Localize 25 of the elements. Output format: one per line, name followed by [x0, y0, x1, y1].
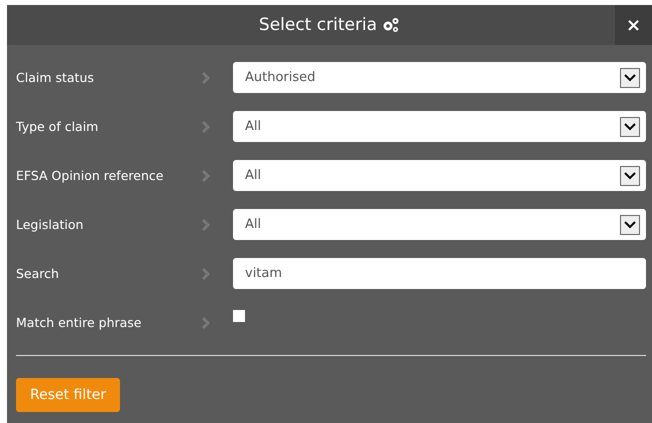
search-field[interactable]: vitam: [233, 258, 646, 289]
chevron-icon: [202, 316, 210, 328]
checkbox[interactable]: [233, 310, 245, 322]
chevron-icon: [202, 170, 210, 182]
field-label: Type of claim: [16, 119, 100, 134]
field-label: Match entire phrase: [16, 315, 142, 330]
caret-icon[interactable]: [620, 68, 640, 88]
field-label: EFSA Opinion reference: [16, 168, 164, 183]
dropdown[interactable]: All: [233, 160, 646, 191]
gears-icon: [382, 17, 400, 33]
dropdown[interactable]: All: [233, 111, 646, 142]
field-label: Claim status: [16, 70, 95, 85]
dropdown[interactable]: All: [233, 209, 646, 240]
chevron-icon: [202, 72, 210, 84]
chevron-icon: [202, 218, 210, 230]
close-button[interactable]: ×: [615, 5, 652, 45]
dropdown[interactable]: Authorised: [233, 62, 646, 93]
caret-icon[interactable]: [620, 116, 640, 136]
field-label: Search: [16, 266, 60, 281]
chevron-icon: [202, 268, 210, 280]
field-label: Legislation: [16, 217, 84, 232]
caret-icon[interactable]: [620, 214, 640, 234]
caret-icon[interactable]: [620, 166, 640, 186]
window-title: Select criteria: [258, 15, 400, 35]
chevron-icon: [202, 120, 210, 132]
